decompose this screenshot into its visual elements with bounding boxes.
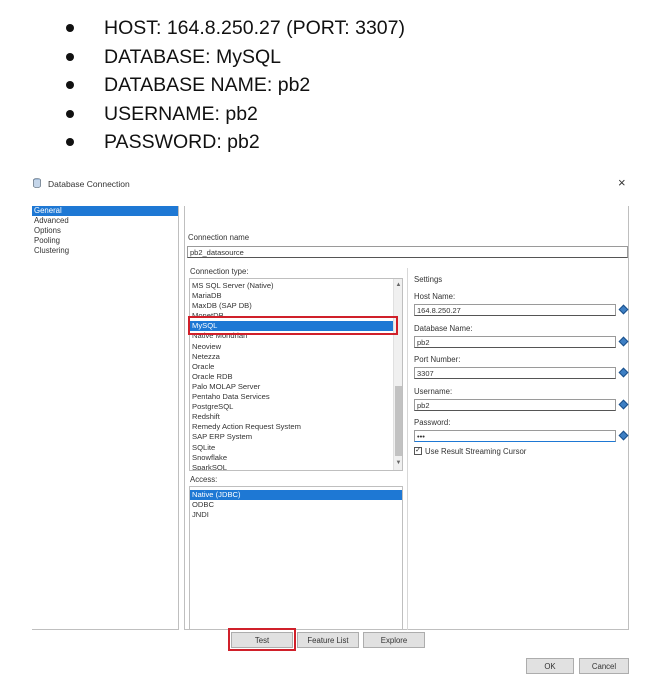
bullet-icon [66,24,74,32]
result-streaming-label: Use Result Streaming Cursor [425,447,527,456]
nav-item-general[interactable]: General [32,206,178,216]
database-connection-dialog: Database Connection × General Advanced Opt… [28,172,638,677]
connection-type-item[interactable]: MariaDB [190,291,402,301]
nav-item-clustering[interactable]: Clustering [32,246,178,256]
connection-type-item[interactable]: MaxDB (SAP DB) [190,301,402,311]
connection-name-label: Connection name [188,233,250,242]
test-highlight-box [228,628,296,651]
variable-icon[interactable] [618,336,629,347]
host-name-label: Host Name: [414,292,456,301]
connection-type-item[interactable]: MS SQL Server (Native) [190,281,402,291]
connection-type-item[interactable]: SparkSQL [190,463,402,470]
nav-item-options[interactable]: Options [32,226,178,236]
settings-group: Settings Host Name: 164.8.250.27 Databas… [407,268,630,630]
bullet-icon [66,138,74,146]
info-bullet-item: PASSWORD: pb2 [0,128,657,157]
variable-icon[interactable] [618,304,629,315]
access-item[interactable]: ODBC [190,500,402,510]
username-input[interactable]: pb2 [414,399,616,411]
connection-name-input[interactable]: pb2_datasource [187,246,628,258]
info-bullet-item: HOST: 164.8.250.27 (PORT: 3307) [0,14,657,43]
connection-type-scrollbar[interactable]: ▲ ▼ [393,279,402,470]
connection-panel: Connection name pb2_datasource Connectio… [184,206,629,630]
bullet-text: DATABASE NAME: pb2 [104,74,311,96]
access-list[interactable]: Native (JDBC) ODBC JNDI [189,486,403,630]
connection-type-item[interactable]: Oracle [190,362,402,372]
settings-title: Settings [414,275,443,284]
bullet-text: DATABASE: MySQL [104,45,281,68]
variable-icon[interactable] [618,430,629,441]
bullet-icon [66,81,74,89]
connection-type-item[interactable]: Pentaho Data Services [190,392,402,402]
dialog-titlebar: Database Connection × [28,172,638,194]
connection-type-item[interactable]: Palo MOLAP Server [190,382,402,392]
connection-type-item[interactable]: Oracle RDB [190,372,402,382]
bullet-icon [66,109,74,118]
nav-item-advanced[interactable]: Advanced [32,216,178,226]
close-icon[interactable]: × [618,175,626,190]
access-label: Access: [190,475,218,484]
bullet-text: USERNAME: pb2 [104,102,258,125]
bullet-text: PASSWORD: pb2 [104,131,260,153]
scroll-down-icon[interactable]: ▼ [394,459,402,468]
connection-type-item[interactable]: PostgreSQL [190,402,402,412]
host-name-input[interactable]: 164.8.250.27 [414,304,616,316]
connection-type-item[interactable]: SAP ERP System [190,432,402,442]
connection-type-label: Connection type: [190,267,249,276]
info-bullet-list: HOST: 164.8.250.27 (PORT: 3307) DATABASE:… [0,14,657,157]
variable-icon[interactable] [618,367,629,378]
scroll-up-icon[interactable]: ▲ [394,281,402,290]
connection-type-item[interactable]: Redshift [190,412,402,422]
access-item[interactable]: Native (JDBC) [190,490,402,501]
feature-list-button[interactable]: Feature List [297,632,359,648]
mysql-highlight-box [188,316,398,335]
connection-type-item[interactable]: Netezza [190,352,402,362]
nav-item-pooling[interactable]: Pooling [32,236,178,246]
result-streaming-checkbox[interactable]: ✓ [414,447,422,455]
port-number-input[interactable]: 3307 [414,367,616,379]
info-bullet-item: USERNAME: pb2 [0,100,657,129]
connection-type-list[interactable]: MS SQL Server (Native) MariaDB MaxDB (SAP … [189,278,403,471]
connection-type-item[interactable]: Snowflake [190,453,402,463]
bullet-text: HOST: 164.8.250.27 (PORT: 3307) [104,17,405,39]
info-bullet-item: DATABASE: MySQL [0,43,657,72]
connection-type-item[interactable]: Neoview [190,342,402,352]
connection-type-item[interactable]: Remedy Action Request System [190,422,402,432]
password-label: Password: [414,418,451,427]
port-number-label: Port Number: [414,355,461,364]
dialog-title: Database Connection [48,179,130,189]
bullet-icon [66,52,74,61]
scroll-thumb[interactable] [395,386,402,456]
info-bullet-item: DATABASE NAME: pb2 [0,71,657,100]
variable-icon[interactable] [618,399,629,410]
settings-nav: General Advanced Options Pooling Clustering [32,206,179,630]
database-icon [33,178,41,188]
cancel-button[interactable]: Cancel [579,658,629,674]
ok-button[interactable]: OK [526,658,574,674]
explore-button[interactable]: Explore [363,632,425,648]
connection-type-item[interactable]: SQLite [190,443,402,453]
username-label: Username: [414,387,453,396]
password-input[interactable]: ••• [414,430,616,442]
database-name-label: Database Name: [414,324,473,333]
access-item[interactable]: JNDI [190,510,402,520]
database-name-input[interactable]: pb2 [414,336,616,348]
